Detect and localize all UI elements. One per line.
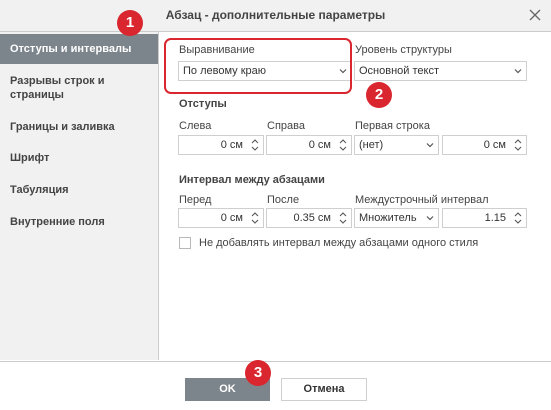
first-line-label: Первая строка	[355, 120, 430, 132]
line-spacing-stepper[interactable]: 1.15	[442, 208, 527, 228]
indent-right-value: 0 см	[308, 139, 331, 151]
annotation-badge-3: 3	[245, 360, 271, 386]
spacing-after-value: 0.35 см	[293, 212, 331, 224]
settings-sidebar: Отступы и интервалы Разрывы строк и стра…	[0, 32, 159, 360]
outline-level-select[interactable]: Основной текст	[354, 61, 527, 81]
spacing-before-label: Перед	[179, 194, 212, 206]
line-spacing-type-select[interactable]: Множитель	[354, 208, 439, 228]
chevron-down-icon	[426, 143, 434, 148]
alignment-highlight-frame	[164, 38, 352, 94]
indents-section-title: Отступы	[179, 98, 227, 110]
spin-arrows-icon[interactable]	[338, 210, 348, 226]
indent-right-stepper[interactable]: 0 см	[266, 135, 352, 155]
annotation-badge-1: 1	[117, 10, 143, 36]
outline-level-value: Основной текст	[359, 65, 439, 77]
sidebar-item-line-page-breaks[interactable]: Разрывы строк и страницы	[0, 74, 158, 102]
spin-arrows-icon[interactable]	[513, 137, 523, 153]
dialog-footer: OK Отмена	[0, 361, 551, 410]
annotation-badge-2: 2	[366, 82, 392, 108]
sidebar-item-borders-fill[interactable]: Границы и заливка	[0, 120, 158, 134]
line-spacing-label: Междустрочный интервал	[355, 194, 489, 206]
spacing-after-stepper[interactable]: 0.35 см	[266, 208, 352, 228]
chevron-down-icon	[426, 216, 434, 221]
spacing-before-stepper[interactable]: 0 см	[178, 208, 264, 228]
first-line-stepper[interactable]: 0 см	[442, 135, 527, 155]
dialog-title: Абзац - дополнительные параметры	[165, 8, 386, 22]
dialog-titlebar: Абзац - дополнительные параметры	[0, 0, 551, 32]
cancel-button[interactable]: Отмена	[281, 378, 367, 401]
sidebar-item-font[interactable]: Шрифт	[0, 151, 158, 165]
spin-arrows-icon[interactable]	[338, 137, 348, 153]
spin-arrows-icon[interactable]	[513, 210, 523, 226]
sidebar-item-inner-margins[interactable]: Внутренние поля	[0, 215, 158, 229]
indent-left-stepper[interactable]: 0 см	[178, 135, 264, 155]
close-icon[interactable]	[527, 7, 543, 23]
line-spacing-value: 1.15	[484, 212, 506, 224]
spin-arrows-icon[interactable]	[250, 137, 260, 153]
indent-left-value: 0 см	[220, 139, 243, 151]
spacing-section-title: Интервал между абзацами	[179, 174, 325, 186]
indent-left-label: Слева	[179, 120, 212, 132]
spacing-before-value: 0 см	[220, 212, 243, 224]
first-line-type-select[interactable]: (нет)	[354, 135, 439, 155]
sidebar-item-indents-spacing[interactable]: Отступы и интервалы	[0, 34, 158, 64]
spin-arrows-icon[interactable]	[250, 210, 260, 226]
dont-add-interval-checkbox[interactable]	[179, 237, 191, 249]
outline-level-label: Уровень структуры	[355, 44, 452, 56]
sidebar-item-tabs[interactable]: Табуляция	[0, 183, 158, 197]
chevron-down-icon	[514, 69, 522, 74]
first-line-value: 0 см	[483, 139, 506, 151]
indent-right-label: Справа	[267, 120, 305, 132]
spacing-after-label: После	[267, 194, 300, 206]
paragraph-settings-dialog: Абзац - дополнительные параметры Отступы…	[0, 0, 551, 410]
line-spacing-type-value: Множитель	[359, 212, 417, 224]
first-line-type-value: (нет)	[359, 139, 384, 151]
dont-add-interval-label: Не добавлять интервал между абзацами одн…	[199, 237, 479, 249]
